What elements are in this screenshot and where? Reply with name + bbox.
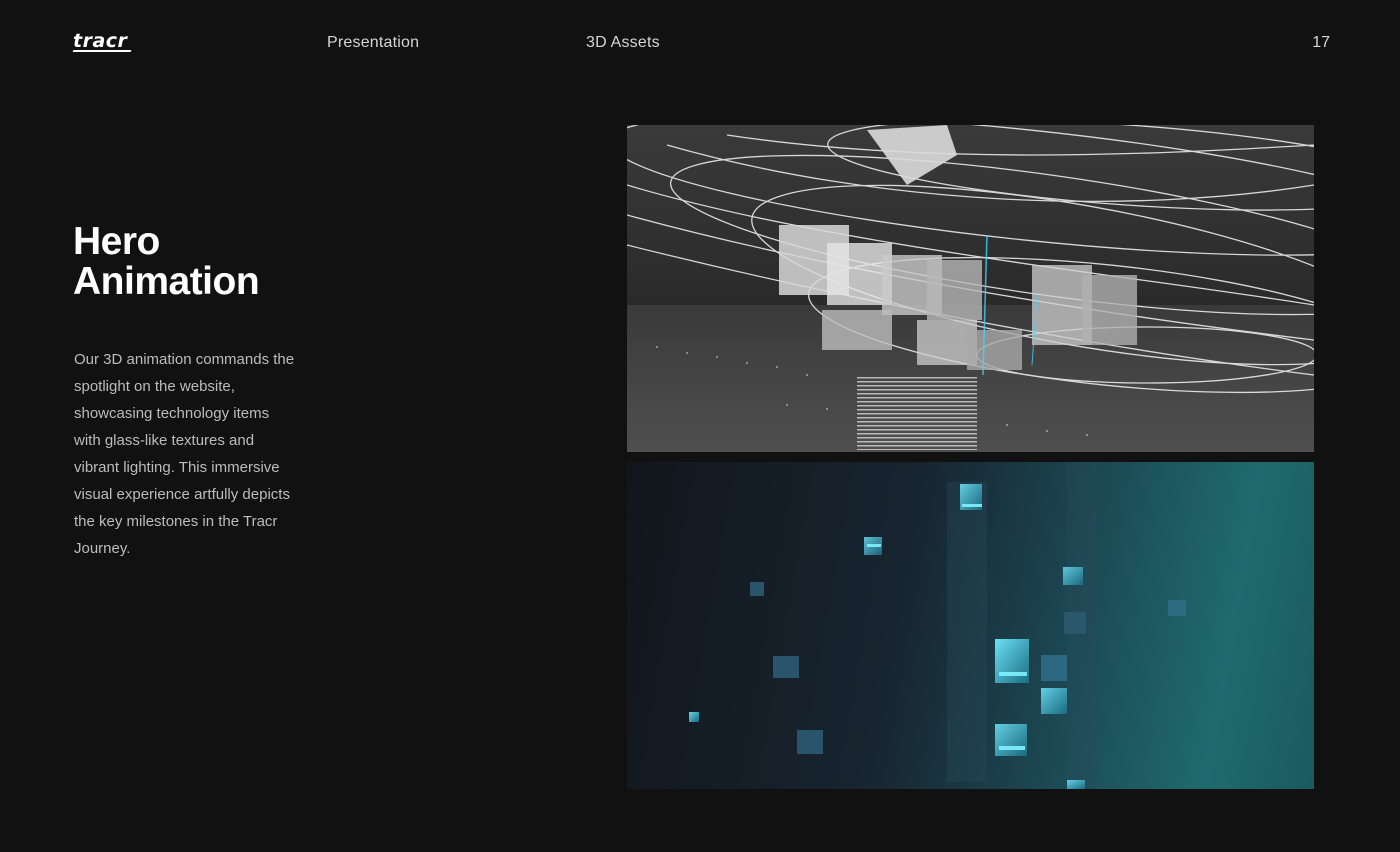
wireframe-animation-image [627,125,1314,452]
nav-3d-assets[interactable]: 3D Assets [586,34,660,52]
wireframe-scene-graphic [627,125,1314,452]
teal-cubes-animation-image [627,462,1314,789]
tracr-logo[interactable]: tracr [73,30,127,52]
hero-title: Hero Animation [73,220,260,303]
hero-description: Our 3D animation commands the spotlight … [74,351,295,557]
hero-title-line1: Hero [73,220,160,263]
hero-title-line2: Animation [73,260,260,303]
teal-cubes-scene-graphic [689,462,1186,789]
top-navigation: tracr Presentation 3D Assets 17 [0,0,1400,90]
page-number: 17 [1312,34,1330,51]
nav-presentation[interactable]: Presentation [327,34,419,52]
logo-underline [72,50,132,52]
